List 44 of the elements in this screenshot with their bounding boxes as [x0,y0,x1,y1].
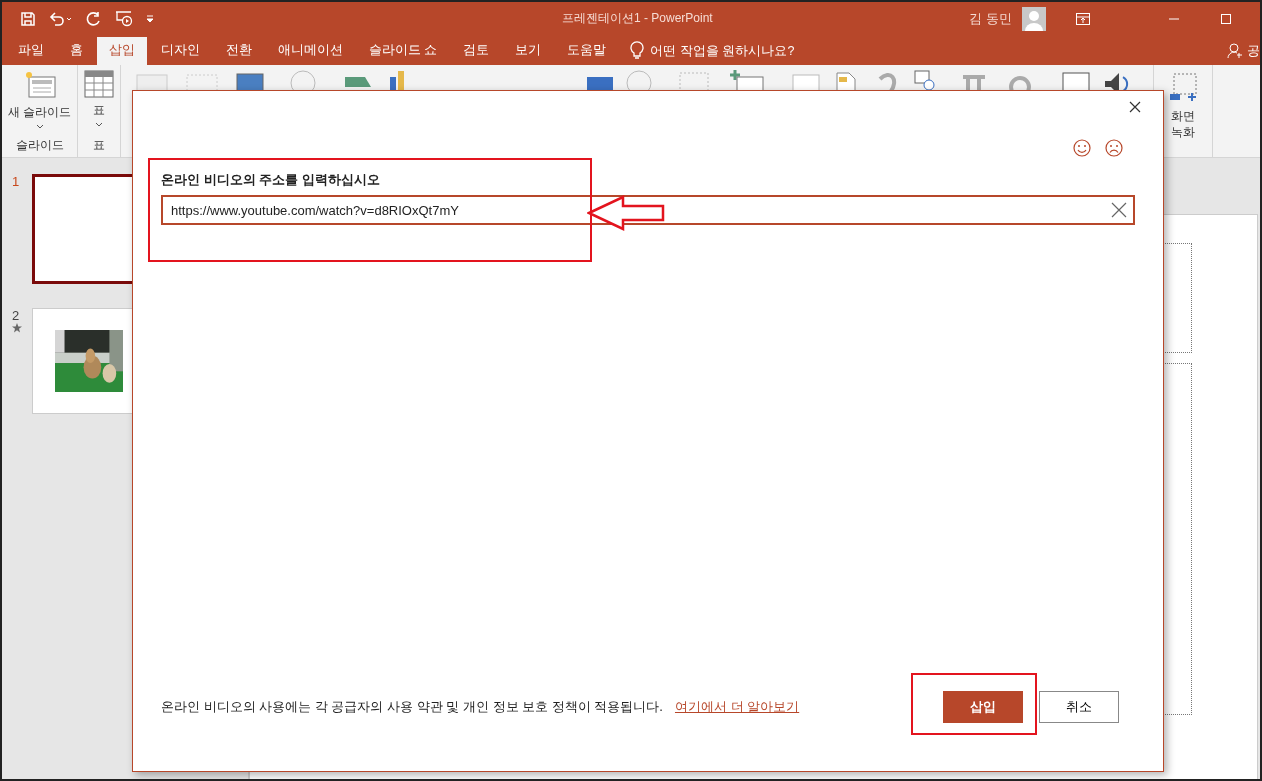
window-title: 프레젠테이션1 - PowerPoint [562,10,713,27]
group-label: 슬라이드 [15,137,64,154]
ribbon-tab[interactable]: 검토 [451,37,502,65]
table-icon [84,69,115,99]
group-label: 표 [93,137,106,154]
ribbon-tab[interactable]: 도움말 [555,37,619,65]
ribbon-tab[interactable]: 슬라이드 쇼 [357,37,450,65]
share-button[interactable]: 공 [1247,37,1260,65]
screen-recording-button[interactable]: 화면 녹화 [1168,73,1199,140]
close-icon[interactable] [1129,101,1141,113]
ribbon-tab[interactable]: 삽입 [97,37,147,65]
redo-icon[interactable] [86,10,102,27]
clear-icon[interactable] [1111,202,1127,218]
avatar-icon[interactable] [1022,6,1046,31]
slideshow-icon[interactable] [114,9,134,28]
tell-me-field[interactable]: 어떤 작업을 원하시나요? [650,37,795,65]
table-button[interactable]: 표 [84,69,115,127]
url-field[interactable]: https://www.youtube.com/watch?v=d8RIOxQt7mY [161,195,1135,225]
ribbon-display-icon[interactable] [1076,12,1090,25]
smiley-icon[interactable] [1073,139,1091,157]
field-label: 온라인 비디오의 주소를 입력하십시오 [161,171,381,189]
caret-icon [35,124,44,129]
terms-note: 온라인 비디오의 사용에는 각 공급자의 사용 약관 및 개인 정보 보호 정책이 적용됩니다. [161,698,663,716]
insert-button[interactable]: 삽입 [943,691,1023,723]
slide-number: 1 [12,174,20,189]
undo-icon[interactable] [48,10,74,27]
save-icon[interactable] [20,10,36,27]
ribbon-tab[interactable]: 보기 [503,37,554,65]
learn-more-link[interactable]: 여기에서 더 알아보기 [674,698,800,716]
ribbon-tab[interactable]: 애니메이션 [266,37,355,65]
lightbulb-icon [630,41,645,59]
frown-icon[interactable] [1105,139,1123,157]
maximize-icon[interactable] [1220,12,1232,25]
new-slide-button[interactable]: 새 슬라이드 [8,69,72,129]
caret-icon [95,122,104,127]
cancel-button[interactable]: 취소 [1039,691,1119,723]
user-name: 김 동민 [969,9,1012,28]
ribbon-tab[interactable]: 파일 [6,37,56,65]
customize-icon[interactable] [146,14,154,23]
ribbon-tab[interactable]: 홈 [58,37,95,65]
ribbon-tab[interactable]: 전환 [214,37,264,65]
share-icon[interactable] [1227,43,1243,59]
ribbon-tab[interactable]: 디자인 [149,37,212,65]
slide-number: 2 [12,308,20,323]
